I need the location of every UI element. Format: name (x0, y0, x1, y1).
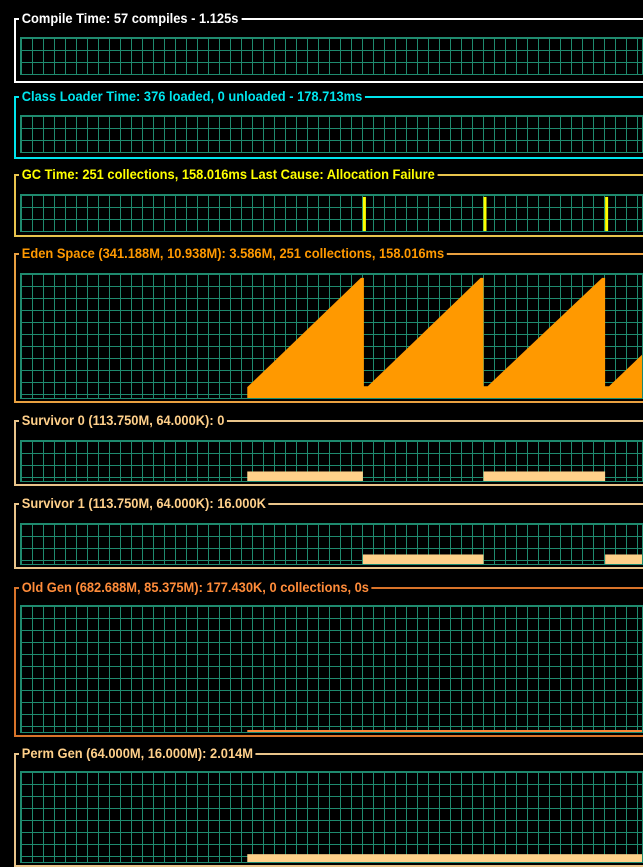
class-loader-graph (20, 115, 643, 153)
survivor-0-block (247, 471, 363, 481)
eden-space-title: Eden Space (341.188M, 10.938M): 3.586M, … (19, 245, 447, 261)
eden-sawtooth (247, 277, 642, 398)
compile-time-graph (20, 37, 643, 75)
survivor-1-graph (20, 523, 643, 565)
survivor-0-title: Survivor 0 (113.750M, 64.000K): 0 (19, 412, 228, 428)
gc-spike (605, 196, 609, 231)
old-gen-line (247, 730, 642, 732)
class-loader-panel: Class Loader Time: 376 loaded, 0 unloade… (0, 88, 643, 159)
perm-gen-band (247, 854, 642, 862)
gc-time-title: GC Time: 251 collections, 158.016ms Last… (19, 166, 438, 182)
survivor-1-title: Survivor 1 (113.750M, 64.000K): 16.000K (19, 495, 269, 511)
gc-time-panel: GC Time: 251 collections, 158.016ms Last… (0, 166, 643, 237)
compile-time-panel: Compile Time: 57 compiles - 1.125s (0, 10, 643, 83)
perm-gen-title: Perm Gen (64.000M, 16.000M): 2.014M (19, 745, 256, 761)
perm-gen-usage (247, 854, 642, 862)
perm-gen-graph (20, 771, 643, 863)
old-gen-usage (247, 730, 642, 732)
eden-space-panel: Eden Space (341.188M, 10.938M): 3.586M, … (0, 245, 643, 403)
eden-space-graph (20, 273, 643, 399)
gc-spike (362, 196, 366, 231)
old-gen-graph (20, 605, 643, 733)
survivor-1-block (605, 554, 642, 564)
survivor-0-graph (20, 440, 643, 482)
compile-time-title: Compile Time: 57 compiles - 1.125s (19, 10, 242, 26)
old-gen-panel: Old Gen (682.688M, 85.375M): 177.430K, 0… (0, 579, 643, 737)
gc-spikes (362, 196, 609, 231)
survivor-0-panel: Survivor 0 (113.750M, 64.000K): 0 (0, 412, 643, 486)
eden-usage-area (247, 277, 642, 398)
gc-time-graph (20, 194, 643, 232)
old-gen-title: Old Gen (682.688M, 85.375M): 177.430K, 0… (19, 579, 372, 595)
gc-spike (483, 196, 487, 231)
survivor-1-panel: Survivor 1 (113.750M, 64.000K): 16.000K (0, 495, 643, 569)
survivor-1-block (362, 554, 484, 564)
survivor-1-usage (362, 554, 642, 564)
survivor-0-usage (247, 471, 606, 481)
class-loader-title: Class Loader Time: 376 loaded, 0 unloade… (19, 88, 366, 104)
survivor-0-block (483, 471, 606, 481)
perm-gen-panel: Perm Gen (64.000M, 16.000M): 2.014M (0, 745, 643, 867)
